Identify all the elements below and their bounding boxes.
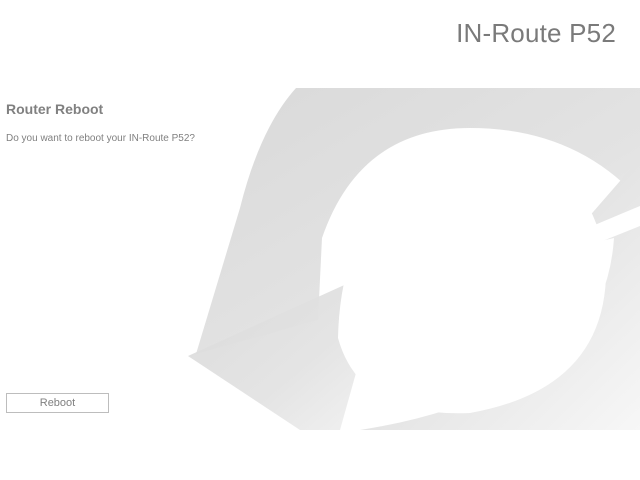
router-reboot-page: IN-Route P52 Router Reboot Do you want t… — [0, 0, 640, 480]
reboot-content-area: Router Reboot Do you want to reboot your… — [0, 88, 640, 430]
reboot-question-text: Do you want to reboot your IN-Route P52? — [6, 133, 195, 144]
product-title: IN-Route P52 — [456, 18, 616, 48]
reboot-button[interactable]: Reboot — [6, 393, 109, 413]
reboot-section-title: Router Reboot — [6, 101, 104, 117]
